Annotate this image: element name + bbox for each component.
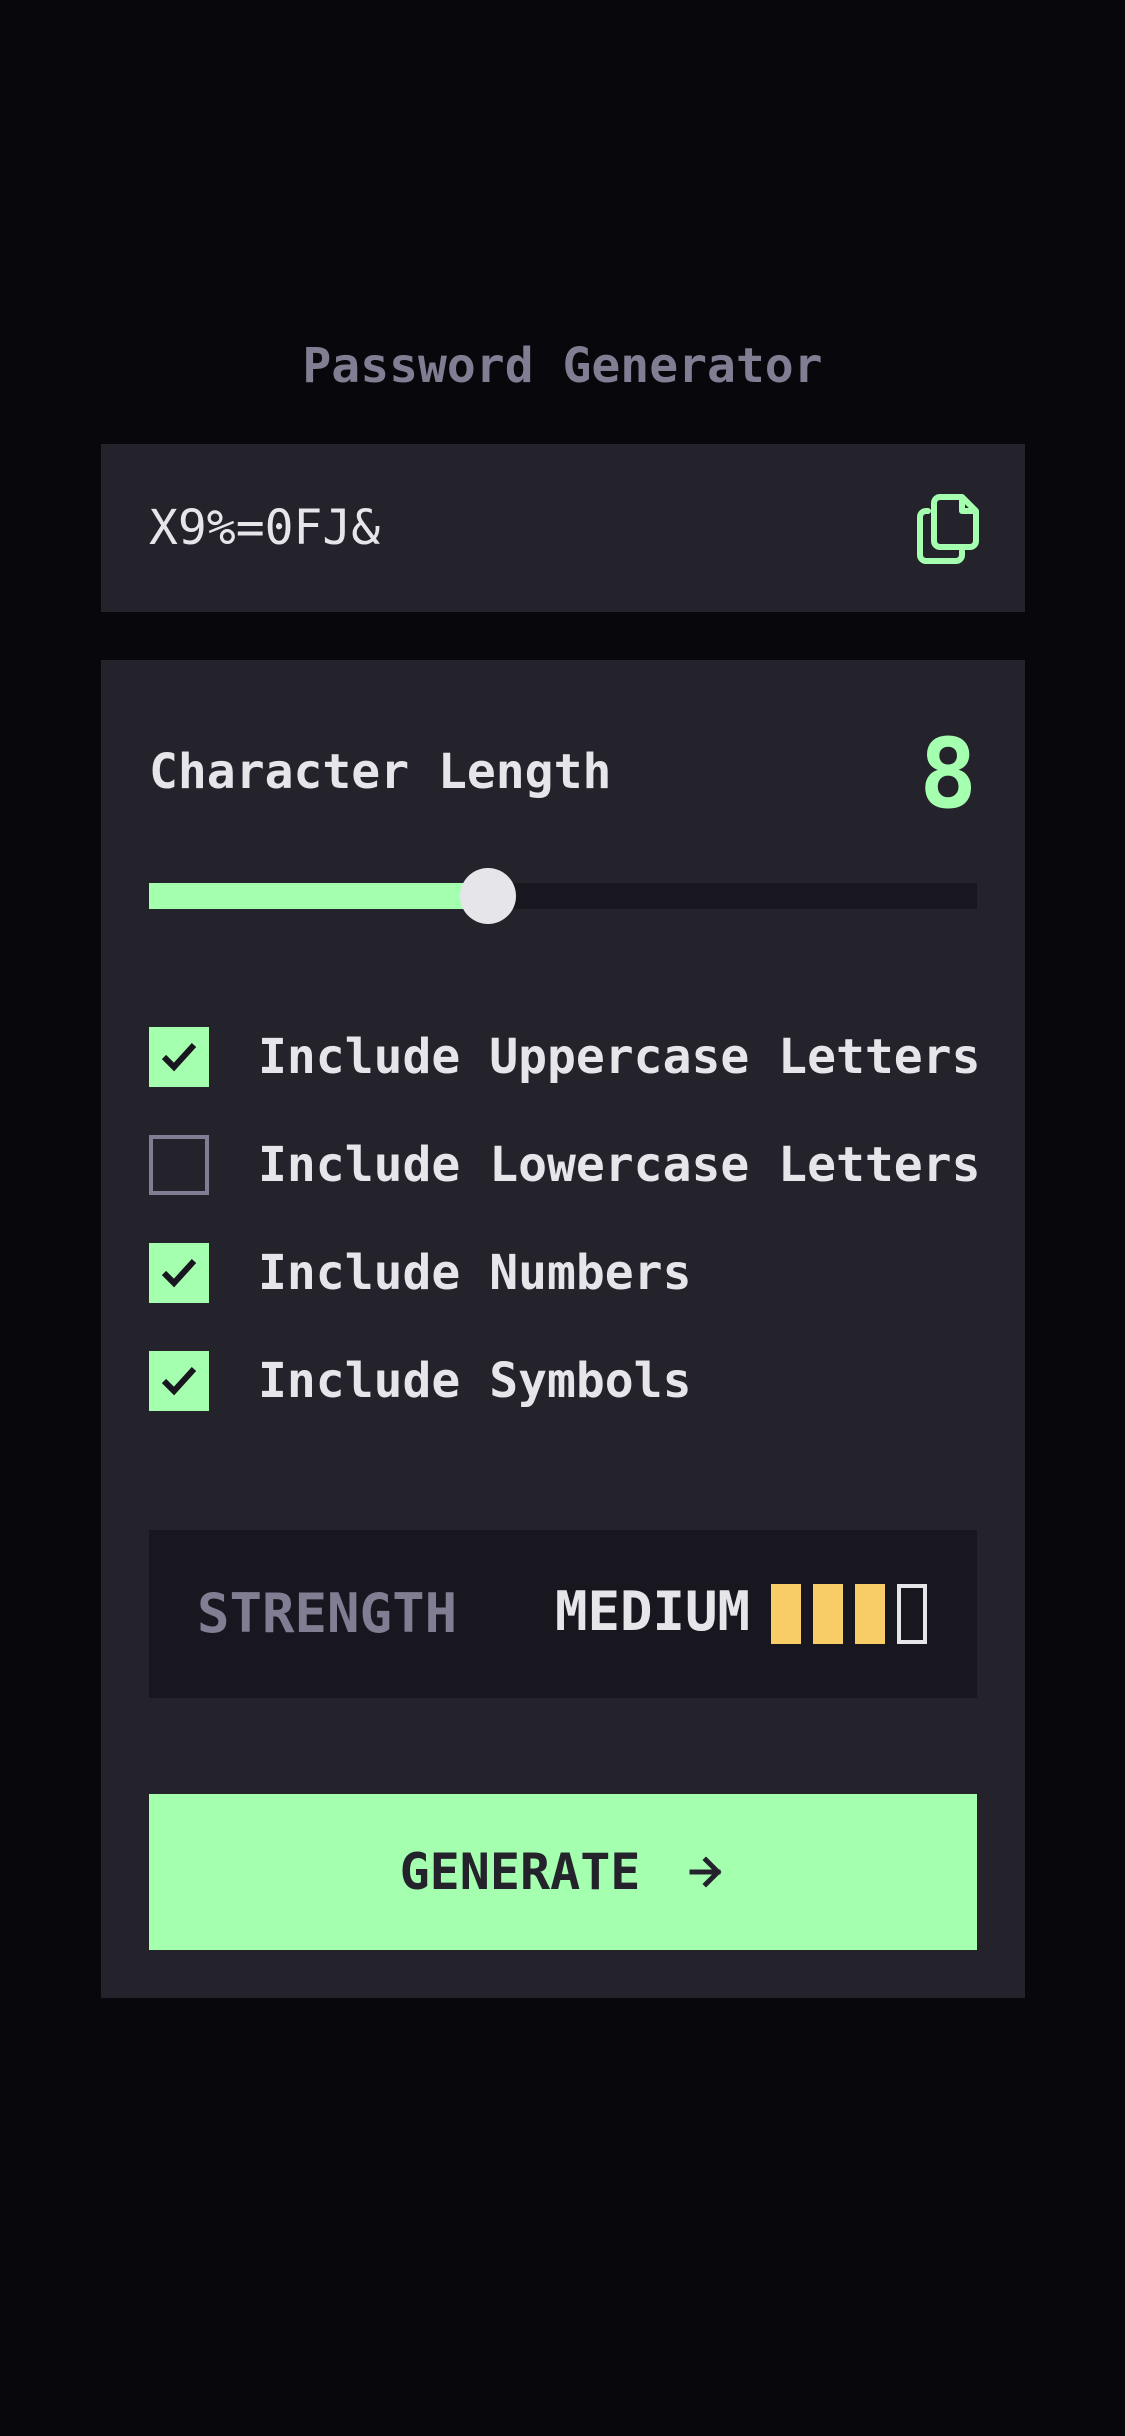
uppercase-checkbox[interactable] [149, 1027, 209, 1087]
option-label: Include Uppercase Letters [258, 1029, 981, 1085]
strength-value: MEDIUM [555, 1580, 751, 1643]
check-icon [161, 1366, 197, 1396]
lowercase-checkbox[interactable] [149, 1135, 209, 1195]
character-length-value: 8 [919, 718, 977, 830]
generate-button[interactable]: GENERATE [149, 1794, 977, 1950]
password-text: X9%=0FJ& [149, 500, 381, 556]
option-label: Include Numbers [258, 1245, 692, 1301]
password-display: X9%=0FJ& [101, 444, 1025, 612]
copy-button[interactable] [916, 493, 980, 565]
strength-bar [813, 1584, 843, 1644]
arrow-right-icon [689, 1856, 722, 1888]
strength-bar [771, 1584, 801, 1644]
strength-bar [855, 1584, 885, 1644]
length-slider[interactable] [149, 868, 977, 924]
option-numbers[interactable]: Include Numbers [149, 1243, 977, 1303]
option-symbols[interactable]: Include Symbols [149, 1351, 977, 1411]
settings-panel: Character Length 8 Include Uppercase Let… [101, 660, 1025, 1998]
generate-label: GENERATE [399, 1843, 641, 1901]
strength-bar [897, 1584, 927, 1644]
option-uppercase[interactable]: Include Uppercase Letters [149, 1027, 981, 1087]
slider-fill [149, 883, 489, 909]
strength-meter: STRENGTH MEDIUM [149, 1530, 977, 1698]
option-lowercase[interactable]: Include Lowercase Letters [149, 1135, 981, 1195]
option-label: Include Lowercase Letters [258, 1137, 981, 1193]
symbols-checkbox[interactable] [149, 1351, 209, 1411]
page-title: Password Generator [302, 338, 823, 394]
character-length-label: Character Length [149, 744, 612, 800]
copy-icon [917, 494, 979, 564]
check-icon [161, 1042, 197, 1072]
check-icon [161, 1258, 197, 1288]
slider-thumb[interactable] [460, 868, 517, 924]
numbers-checkbox[interactable] [149, 1243, 209, 1303]
strength-label: STRENGTH [197, 1582, 458, 1645]
option-label: Include Symbols [258, 1353, 692, 1409]
